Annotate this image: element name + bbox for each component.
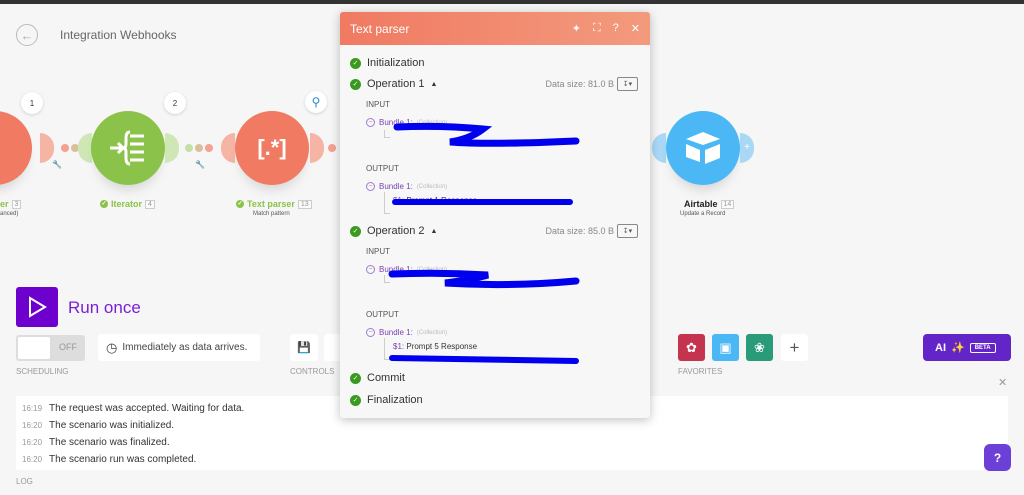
webhook-icon: ✿ — [686, 339, 697, 355]
module-bubble[interactable]: 2 — [164, 92, 186, 114]
text-parser-module[interactable]: [.*] — [235, 111, 309, 185]
help-chat-button[interactable]: ? — [984, 444, 1011, 471]
save-button[interactable]: 💾 — [290, 334, 318, 361]
chat-icon: ? — [993, 450, 1002, 465]
check-icon: ✓ — [100, 200, 108, 208]
module-handle[interactable] — [652, 133, 666, 163]
text-parser-output-panel: Text parser ✦ ⛶? ✕ ✓ Initialization ✓ Operat… — [340, 12, 650, 418]
run-once-label[interactable]: Run once — [68, 298, 141, 318]
controls-caption: CONTROLS — [290, 367, 335, 376]
module-subtitle: Match pattern — [253, 211, 290, 217]
airtable-favorite[interactable]: ▣ — [712, 334, 739, 361]
add-module-button[interactable]: + — [740, 133, 754, 163]
module-subtitle: Update a Record — [680, 211, 726, 217]
module-label: er 3 — [0, 199, 22, 209]
schedule-setting[interactable]: ◷ Immediately as data arrives. — [98, 334, 260, 361]
module-label: ✓ Text parser 13 — [236, 199, 312, 209]
redaction-scribbles — [388, 122, 580, 364]
openai-favorite[interactable]: ❀ — [746, 334, 773, 361]
module-handle[interactable] — [310, 133, 324, 163]
module-handle[interactable] — [221, 133, 235, 163]
module-handle[interactable] — [165, 133, 179, 163]
arrow-left-icon: ← — [20, 27, 34, 43]
airtable-icon: ▣ — [719, 339, 732, 355]
module-bubble[interactable]: 1 — [21, 92, 43, 114]
scenario-title[interactable]: Integration Webhooks — [60, 28, 177, 42]
connector-dot — [185, 144, 193, 152]
iterator-icon — [110, 130, 144, 166]
airtable-icon — [686, 132, 720, 164]
log-entry: 16:20 The scenario was finalized. — [22, 437, 170, 448]
plus-icon: + — [789, 337, 800, 357]
run-once-button[interactable] — [16, 287, 58, 327]
back-button[interactable]: ← — [16, 24, 38, 46]
ai-button[interactable]: AI ✨ BETA — [923, 334, 1011, 361]
add-favorite-button[interactable]: + — [781, 334, 808, 361]
top-bar — [0, 0, 1024, 4]
openai-icon: ❀ — [754, 339, 765, 355]
module-handle[interactable] — [78, 133, 92, 163]
log-caption: LOG — [16, 477, 33, 486]
airtable-module[interactable] — [666, 111, 740, 185]
connector-dot — [195, 144, 203, 152]
clock-icon: ◷ — [106, 339, 118, 355]
log-entry: 16:20 The scenario was initialized. — [22, 420, 175, 431]
save-icon: 💾 — [297, 342, 311, 354]
module-handle[interactable] — [40, 133, 54, 163]
check-icon: ✓ — [236, 200, 244, 208]
scheduling-caption: SCHEDULING — [16, 367, 69, 376]
connector-dot — [328, 144, 336, 152]
module-label: Airtable 14 — [684, 199, 735, 209]
module-label: ✓ Iterator 4 — [100, 199, 155, 209]
regex-icon: [.*] — [257, 135, 287, 160]
search-icon[interactable]: ⚲ — [305, 91, 327, 113]
wrench-icon[interactable]: 🔧 — [52, 160, 62, 169]
close-log-button[interactable]: ✕ — [998, 376, 1007, 389]
play-icon — [29, 296, 47, 318]
sparkle-icon: ✨ — [951, 342, 965, 354]
connector-dot — [61, 144, 69, 152]
webhooks-favorite[interactable]: ✿ — [678, 334, 705, 361]
scheduling-toggle[interactable]: OFF — [16, 335, 85, 361]
module-subtitle: anced) — [0, 211, 19, 217]
module-partial[interactable] — [0, 111, 32, 185]
connector-dot — [205, 144, 213, 152]
log-entry: 16:19 The request was accepted. Waiting f… — [22, 403, 245, 414]
iterator-module[interactable] — [91, 111, 165, 185]
favorites-caption: FAVORITES — [678, 367, 723, 376]
log-entry: 16:20 The scenario run was completed. — [22, 454, 197, 465]
wrench-icon[interactable]: 🔧 — [195, 160, 205, 169]
